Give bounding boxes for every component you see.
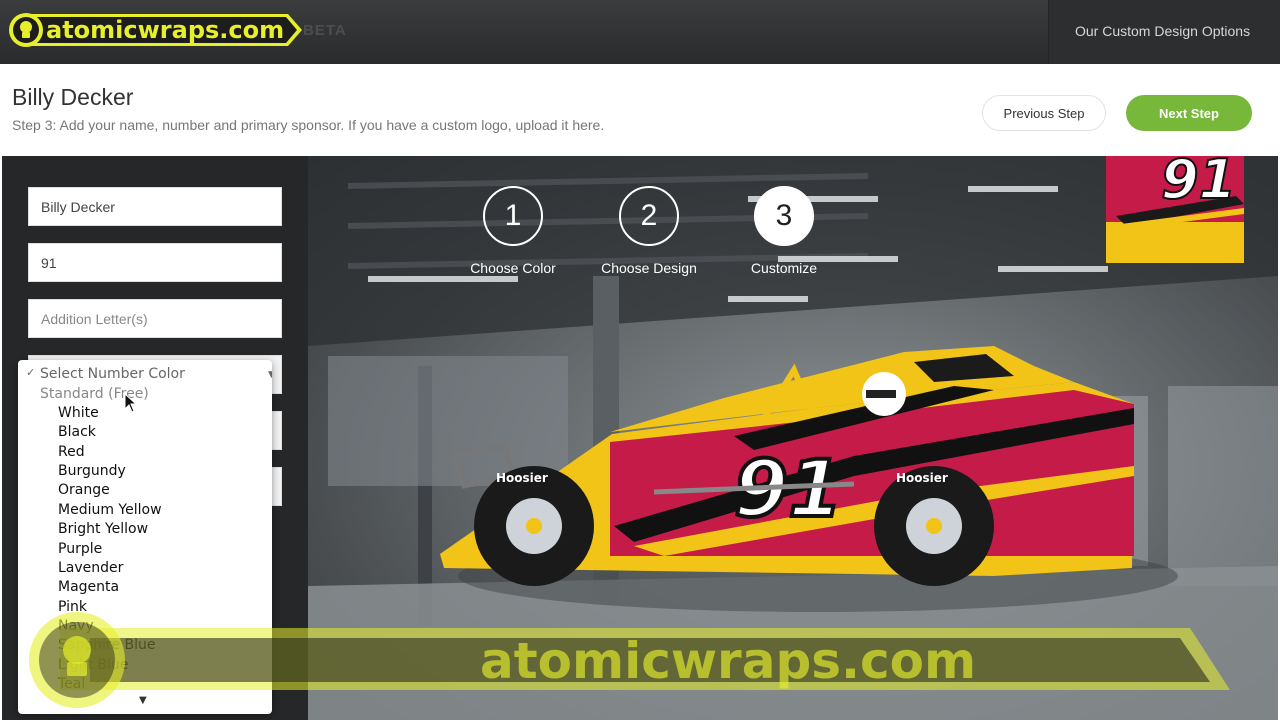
dropdown-option[interactable]: Pink [58, 599, 87, 618]
checkmark-icon: ✓ [26, 366, 36, 379]
previous-step-button[interactable]: Previous Step [982, 95, 1106, 131]
dropdown-option[interactable]: Magenta [58, 579, 119, 598]
step-label: Choose Color [470, 260, 556, 276]
logo-text: atomicwraps.com [46, 16, 284, 44]
additional-letters-input[interactable]: Addition Letter(s) [28, 299, 282, 338]
mouse-cursor-icon [124, 393, 138, 413]
number-color-dropdown[interactable]: ✓ ▼ Select Number Color Standard (Free) … [18, 360, 272, 714]
dropdown-selected-option[interactable]: Select Number Color [40, 366, 185, 385]
dropdown-option[interactable]: Burgundy [58, 463, 126, 482]
beta-badge: BETA [303, 22, 347, 39]
driver-name-input[interactable]: Billy Decker [28, 187, 282, 226]
dropdown-option[interactable]: Lavender [58, 560, 123, 579]
dropdown-option[interactable]: Teal [58, 676, 85, 695]
dropdown-option[interactable]: Sapphire Blue [58, 637, 156, 656]
preview-number: 91 [1161, 156, 1236, 211]
tire-brand: Hoosier [496, 471, 548, 485]
dropdown-option[interactable]: Black [58, 424, 96, 443]
page-title: Billy Decker [12, 84, 134, 110]
step-number: 2 [619, 186, 679, 246]
step-label: Customize [750, 260, 818, 276]
car-number-input[interactable]: 91 [28, 243, 282, 282]
tire-brand: Hoosier [896, 471, 948, 485]
scroll-down-arrow-icon[interactable]: ▼ [139, 695, 147, 706]
dropdown-option[interactable]: White [58, 405, 99, 424]
front-wheel: Hoosier [474, 466, 594, 586]
dropdown-option[interactable]: Bright Yellow [58, 521, 148, 540]
step-choose-color[interactable]: 1 Choose Color [448, 186, 578, 276]
dropdown-option[interactable]: Light Blue [58, 657, 128, 676]
chevron-down-icon: ▼ [268, 370, 272, 380]
step-label: Choose Design [601, 260, 697, 276]
nav-custom-design-options[interactable]: Our Custom Design Options [1048, 0, 1280, 64]
top-bar: atomicwraps.com BETA Our Custom Design O… [0, 0, 1280, 64]
dropdown-option[interactable]: Purple [58, 541, 102, 560]
step-number: 1 [483, 186, 543, 246]
atomicwraps-logo[interactable]: atomicwraps.com [6, 10, 304, 50]
rear-wheel: Hoosier [874, 466, 994, 586]
dropdown-option[interactable]: Orange [58, 482, 110, 501]
step-number: 3 [754, 186, 814, 246]
step-description: Step 3: Add your name, number and primar… [12, 117, 605, 133]
step-customize[interactable]: 3 Customize [719, 186, 849, 276]
next-step-button[interactable]: Next Step [1126, 95, 1252, 131]
nav-link-label: Our Custom Design Options [1075, 23, 1251, 39]
dropdown-option[interactable]: Medium Yellow [58, 502, 162, 521]
dropdown-option[interactable]: Red [58, 444, 85, 463]
dropdown-option[interactable]: Navy [58, 618, 94, 637]
step-choose-design[interactable]: 2 Choose Design [584, 186, 714, 276]
race-car-preview: 91 Hoosier Hoosier [440, 346, 1134, 586]
preview-stage: 1 Choose Color 2 Choose Design 3 Customi… [308, 156, 1278, 720]
design-preview-thumbnail[interactable]: 91 [1106, 156, 1244, 263]
